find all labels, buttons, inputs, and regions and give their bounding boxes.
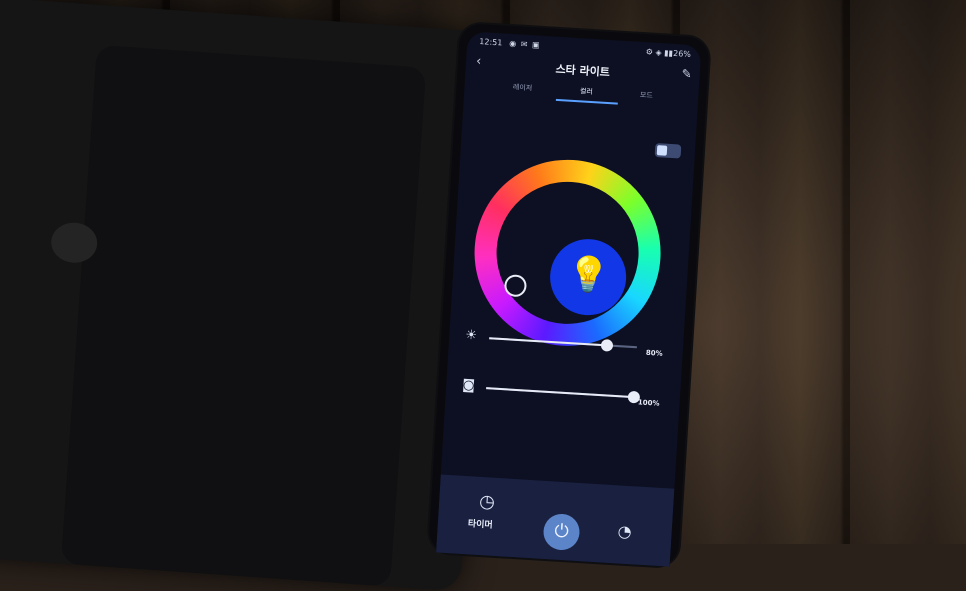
phone-screen: 12:51 ◉ ✉ ▣ ⚙ ◈ ▮▮ 26% ‹ 스타 라이트 ✎ 레이저 컬러…: [436, 31, 702, 567]
power-button[interactable]: ⏻: [542, 512, 581, 552]
selected-color-preview[interactable]: 💡: [547, 236, 629, 318]
saturation-icon: ◙: [461, 377, 476, 394]
brightness-slider-fill: [489, 337, 608, 347]
signal-icon: ⚙ ◈ ▮▮: [645, 47, 674, 58]
notification-icons: ◉ ✉ ▣: [508, 38, 541, 50]
schedule-clock-icon[interactable]: ◔: [617, 521, 632, 541]
phone-case: [0, 0, 499, 591]
case-inner-panel: [60, 44, 427, 587]
timer-label[interactable]: 타이머: [468, 516, 494, 530]
color-wheel[interactable]: 💡: [469, 154, 667, 352]
mode-toggle[interactable]: [654, 142, 682, 159]
color-wheel-center: 💡: [492, 177, 643, 329]
saturation-slider-track[interactable]: [486, 387, 641, 404]
status-time: 12:51: [479, 37, 503, 48]
active-tab-indicator: [555, 98, 618, 105]
saturation-slider-fill: [486, 387, 634, 399]
brightness-slider-track[interactable]: [489, 337, 637, 352]
saturation-slider-row: ◙ 100%: [446, 377, 681, 411]
battery-level: 26%: [672, 48, 692, 59]
brightness-sun-icon: ☀: [464, 327, 478, 344]
brightness-slider-thumb[interactable]: [601, 339, 614, 352]
saturation-value: 100%: [637, 398, 660, 408]
edit-pencil-icon[interactable]: ✎: [681, 66, 692, 81]
bottom-bar: ◷ 타이머 ⏻ ◔: [436, 474, 675, 567]
tab-color[interactable]: 컬러: [556, 85, 616, 99]
brightness-value: 80%: [645, 348, 663, 358]
light-bulb-icon: 💡: [565, 253, 611, 297]
smartphone: 12:51 ◉ ✉ ▣ ⚙ ◈ ▮▮ 26% ‹ 스타 라이트 ✎ 레이저 컬러…: [428, 22, 710, 568]
toggle-knob: [656, 145, 668, 156]
tab-mode[interactable]: 모드: [616, 89, 676, 103]
tab-laser[interactable]: 레이저: [492, 81, 552, 95]
timer-icon[interactable]: ◷: [479, 491, 496, 513]
